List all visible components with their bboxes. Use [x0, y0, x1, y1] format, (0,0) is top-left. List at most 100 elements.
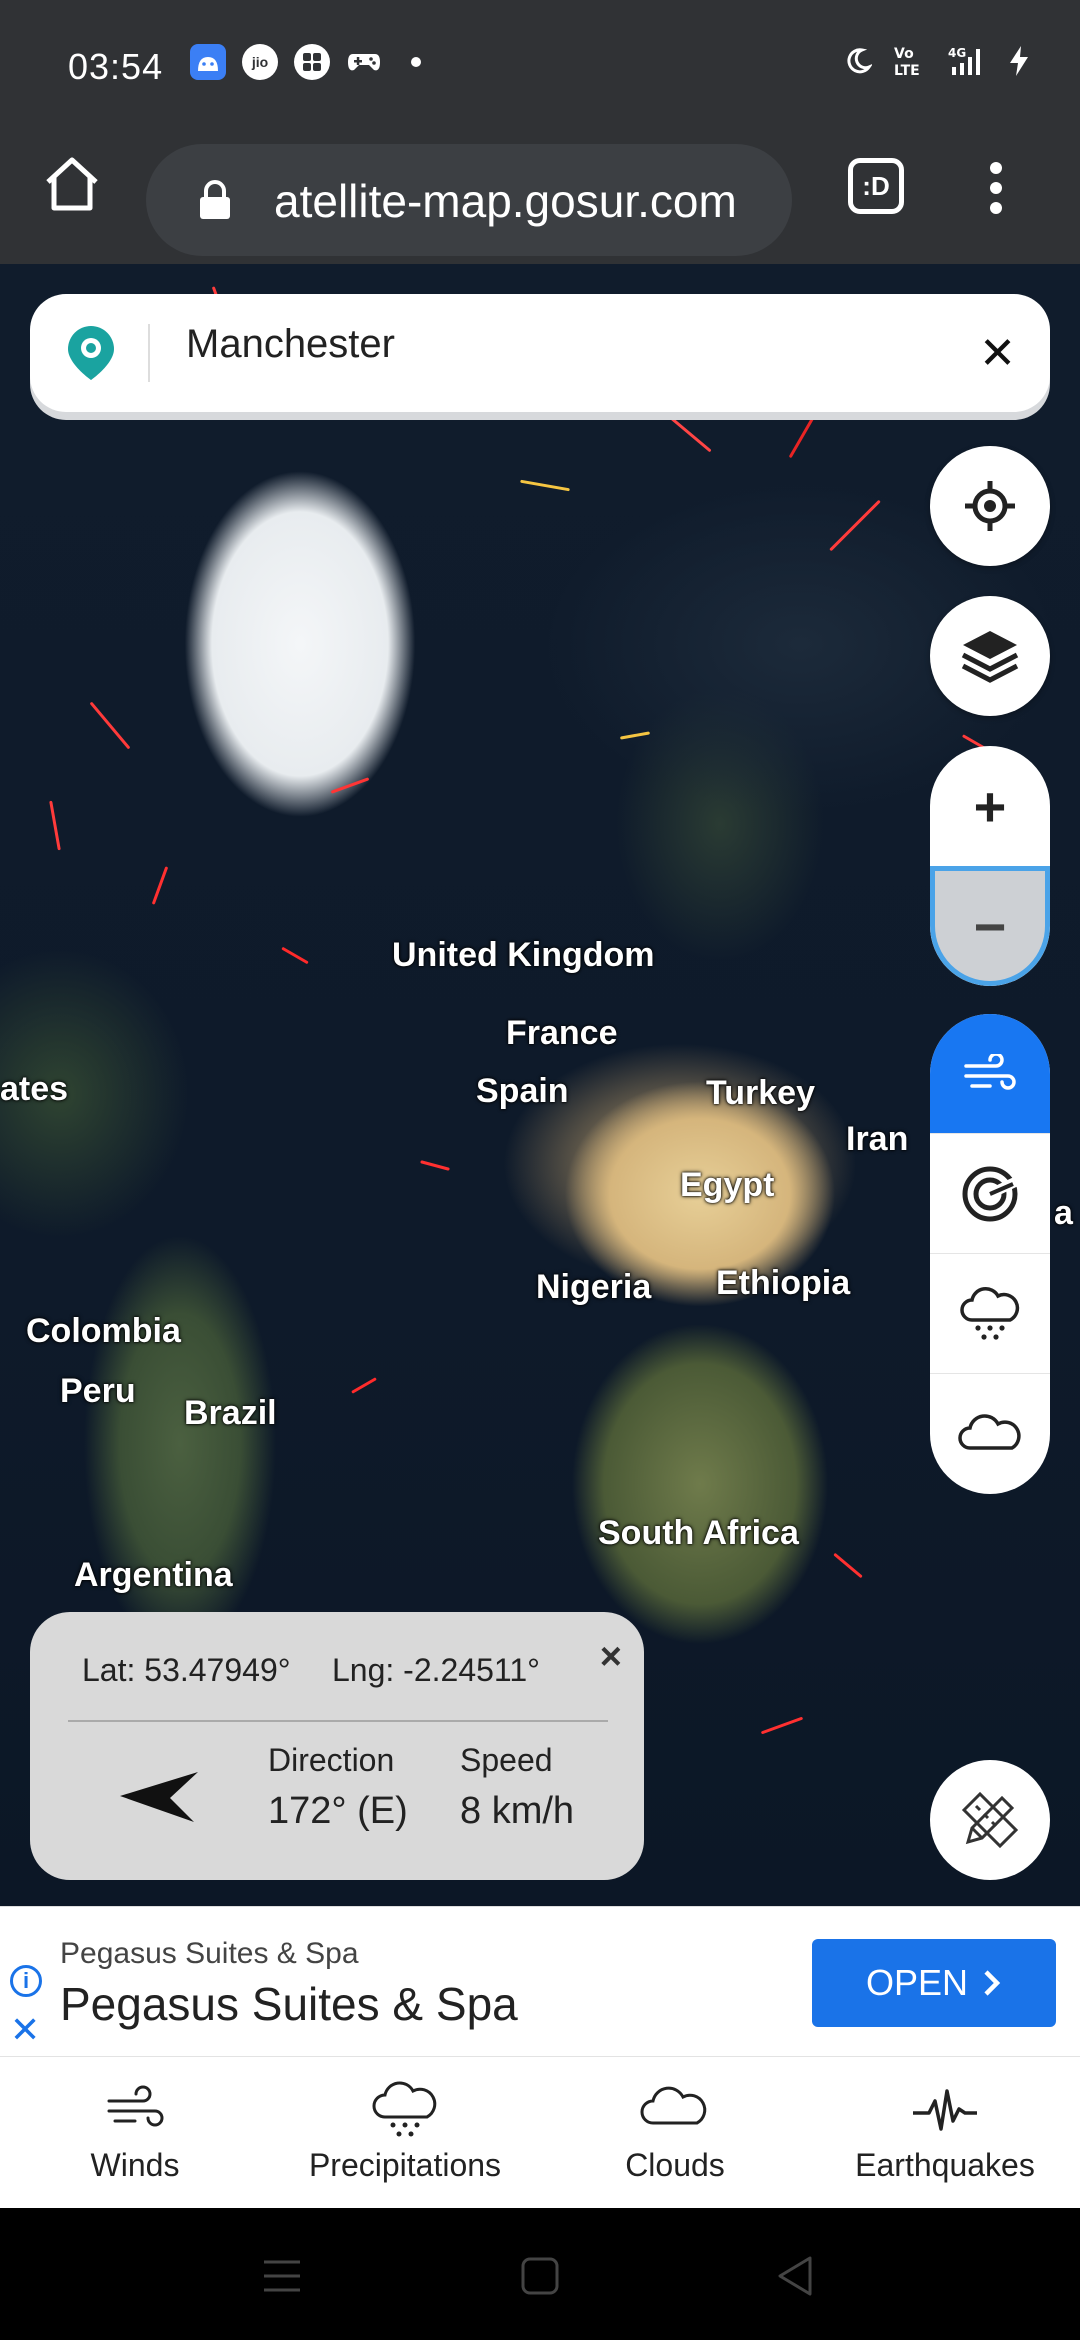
cloud-icon: [958, 1414, 1021, 1450]
back-icon[interactable]: [774, 2254, 814, 2298]
search-divider: [148, 324, 150, 382]
wind-streak: [619, 731, 651, 740]
nav-winds[interactable]: Winds: [0, 2057, 270, 2208]
wind-icon: [964, 1053, 1016, 1090]
map-label-spain: Spain: [476, 1072, 569, 1110]
wind-streak: [281, 946, 309, 965]
home-icon[interactable]: [40, 152, 104, 216]
status-bar: 03:54 jio Vo LTE 4G: [0, 0, 1080, 130]
app-icon: [294, 44, 330, 80]
map-label-egypt: Egypt: [680, 1166, 775, 1204]
my-location-button[interactable]: [930, 446, 1050, 566]
precipitation-layer-button[interactable]: [930, 1254, 1050, 1374]
layers-icon: [961, 631, 1019, 683]
wind-streak: [420, 1160, 450, 1171]
direction-value: 172° (E): [268, 1790, 408, 1832]
ad-headline: Pegasus Suites & Spa: [60, 1978, 518, 2030]
speed-value: 8 km/h: [460, 1790, 575, 1832]
search-bar[interactable]: Manchester ✕: [30, 294, 1050, 412]
nav-precipitations[interactable]: Precipitations: [270, 2057, 540, 2208]
cloud-icon: [640, 2086, 707, 2125]
direction-label: Direction: [268, 1742, 395, 1778]
lock-icon: [200, 180, 230, 219]
nav-clouds[interactable]: Clouds: [540, 2057, 810, 2208]
wind-streak: [49, 800, 61, 851]
url-text: atellite-map.gosur.com: [274, 175, 737, 227]
map-label-argentina: Argentina: [74, 1556, 233, 1594]
map-label-partial-east: a: [1054, 1194, 1073, 1232]
more-menu-icon[interactable]: [976, 156, 1016, 220]
cloud-layer-button[interactable]: [930, 1374, 1050, 1494]
map-label-peru: Peru: [60, 1372, 136, 1410]
recents-icon[interactable]: [262, 2258, 302, 2294]
latitude-value: Lat: 53.47949°: [82, 1652, 291, 1688]
svg-text:LTE: LTE: [894, 63, 920, 78]
wind-icon: [107, 2085, 164, 2127]
chevron-right-icon: [984, 1970, 1001, 1996]
map-label-turkey: Turkey: [706, 1074, 815, 1112]
svg-text:4G: 4G: [948, 46, 966, 60]
location-pin-icon: [68, 326, 114, 380]
ad-banner[interactable]: i ✕ Pegasus Suites & Spa Pegasus Suites …: [0, 1906, 1080, 2056]
crosshair-icon: [965, 481, 1015, 531]
browser-toolbar: atellite-map.gosur.com :D: [0, 130, 1080, 264]
address-bar[interactable]: atellite-map.gosur.com: [146, 144, 792, 256]
radar-layer-button[interactable]: [930, 1134, 1050, 1254]
system-navigation-bar: [0, 2208, 1080, 2340]
nav-earthquakes[interactable]: Earthquakes: [810, 2057, 1080, 2208]
info-divider: [68, 1720, 608, 1722]
status-time: 03:54: [68, 46, 164, 87]
nav-clouds-label: Clouds: [625, 2147, 725, 2183]
moon-icon: [847, 48, 872, 74]
map-label-iran: Iran: [846, 1120, 909, 1158]
system-icons: Vo LTE 4G: [844, 44, 1030, 78]
map-label-brazil: Brazil: [184, 1394, 277, 1432]
home-nav-icon[interactable]: [520, 2256, 560, 2296]
seismograph-icon: [913, 2089, 977, 2131]
wind-streak: [760, 1716, 804, 1735]
zoom-out-button[interactable]: −: [930, 866, 1050, 986]
wind-streak: [829, 499, 881, 552]
map-label-colombia: Colombia: [26, 1312, 181, 1350]
longitude-value: Lng: -2.24511°: [332, 1652, 540, 1688]
weather-layer-selector: [930, 1014, 1050, 1494]
wind-direction-arrow-icon: [120, 1772, 198, 1822]
map-label-ethiopia: Ethiopia: [716, 1264, 851, 1302]
map-label-france: France: [506, 1014, 618, 1052]
rain-cloud-icon: [372, 2081, 437, 2137]
wind-streak: [351, 1377, 377, 1394]
close-info-icon[interactable]: ×: [600, 1636, 622, 1679]
tab-switcher-button[interactable]: :D: [848, 158, 904, 214]
nav-winds-label: Winds: [90, 2147, 180, 2183]
ad-info-icon[interactable]: i: [10, 1965, 42, 1997]
wind-streak: [833, 1552, 863, 1579]
wind-layer-button[interactable]: [930, 1014, 1050, 1134]
map-label-south-africa: South Africa: [598, 1514, 799, 1552]
volte-icon: VoLTE: [894, 46, 920, 78]
zoom-in-button[interactable]: +: [930, 746, 1050, 866]
charging-icon: [1010, 46, 1028, 76]
wind-streak: [330, 777, 370, 794]
ad-advertiser: Pegasus Suites & Spa: [60, 1937, 359, 1970]
search-input[interactable]: Manchester: [186, 322, 395, 367]
map-layers-button[interactable]: [930, 596, 1050, 716]
map-label-united-states-partial: ates: [0, 1070, 69, 1108]
draw-tool-button[interactable]: [930, 1760, 1050, 1880]
ad-close-icon[interactable]: ✕: [10, 2009, 40, 2051]
android-icon: [190, 44, 226, 80]
location-info-panel: Lat: 53.47949° Lng: -2.24511° × Directio…: [30, 1612, 644, 1880]
svg-text:Vo: Vo: [894, 46, 914, 62]
ad-open-button[interactable]: OPEN: [812, 1939, 1056, 2027]
pencil-ruler-icon: [961, 1791, 1019, 1849]
jio-icon: jio: [242, 44, 278, 80]
wind-streak: [151, 866, 169, 905]
nav-precipitations-label: Precipitations: [308, 2147, 502, 2183]
wind-streak: [520, 479, 570, 492]
clear-search-icon[interactable]: ✕: [979, 328, 1016, 379]
bottom-navigation: Winds Precipitations Clouds Earthquakes: [0, 2056, 1080, 2208]
rain-cloud-icon: [960, 1286, 1020, 1340]
screen: 03:54 jio Vo LTE 4G atellite-map.gosur.c…: [0, 0, 1080, 2340]
notification-icons: jio: [190, 44, 434, 80]
gamepad-icon: [346, 44, 382, 80]
signal-4g-icon: 4G: [948, 46, 980, 75]
